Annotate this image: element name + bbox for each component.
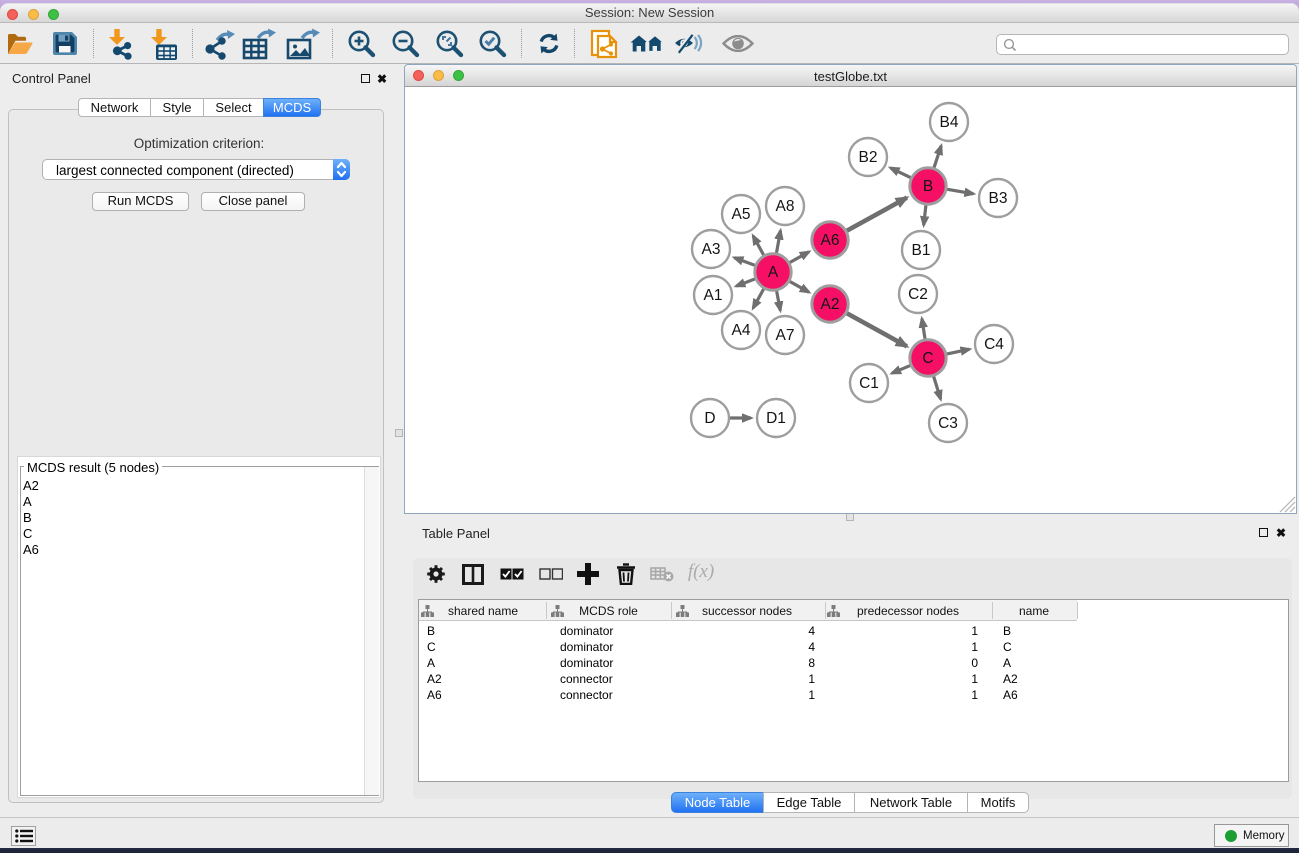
svg-text:B2: B2 xyxy=(859,149,878,166)
svg-text:A7: A7 xyxy=(776,327,795,344)
svg-text:A2: A2 xyxy=(821,296,840,313)
svg-text:C2: C2 xyxy=(908,286,928,303)
svg-text:C1: C1 xyxy=(859,375,879,392)
svg-text:A4: A4 xyxy=(732,322,751,339)
svg-text:A8: A8 xyxy=(776,198,795,215)
svg-text:C: C xyxy=(922,350,933,367)
svg-text:D: D xyxy=(704,410,715,427)
svg-text:A5: A5 xyxy=(732,206,751,223)
svg-text:C4: C4 xyxy=(984,336,1004,353)
svg-text:B3: B3 xyxy=(989,190,1008,207)
svg-text:B: B xyxy=(923,178,933,195)
svg-text:A3: A3 xyxy=(702,241,721,258)
svg-text:A6: A6 xyxy=(821,232,840,249)
svg-text:B4: B4 xyxy=(940,114,959,131)
svg-text:B1: B1 xyxy=(912,242,931,259)
svg-text:D1: D1 xyxy=(766,410,786,427)
svg-text:A: A xyxy=(768,264,779,281)
svg-text:A1: A1 xyxy=(704,287,723,304)
svg-text:C3: C3 xyxy=(938,415,958,432)
